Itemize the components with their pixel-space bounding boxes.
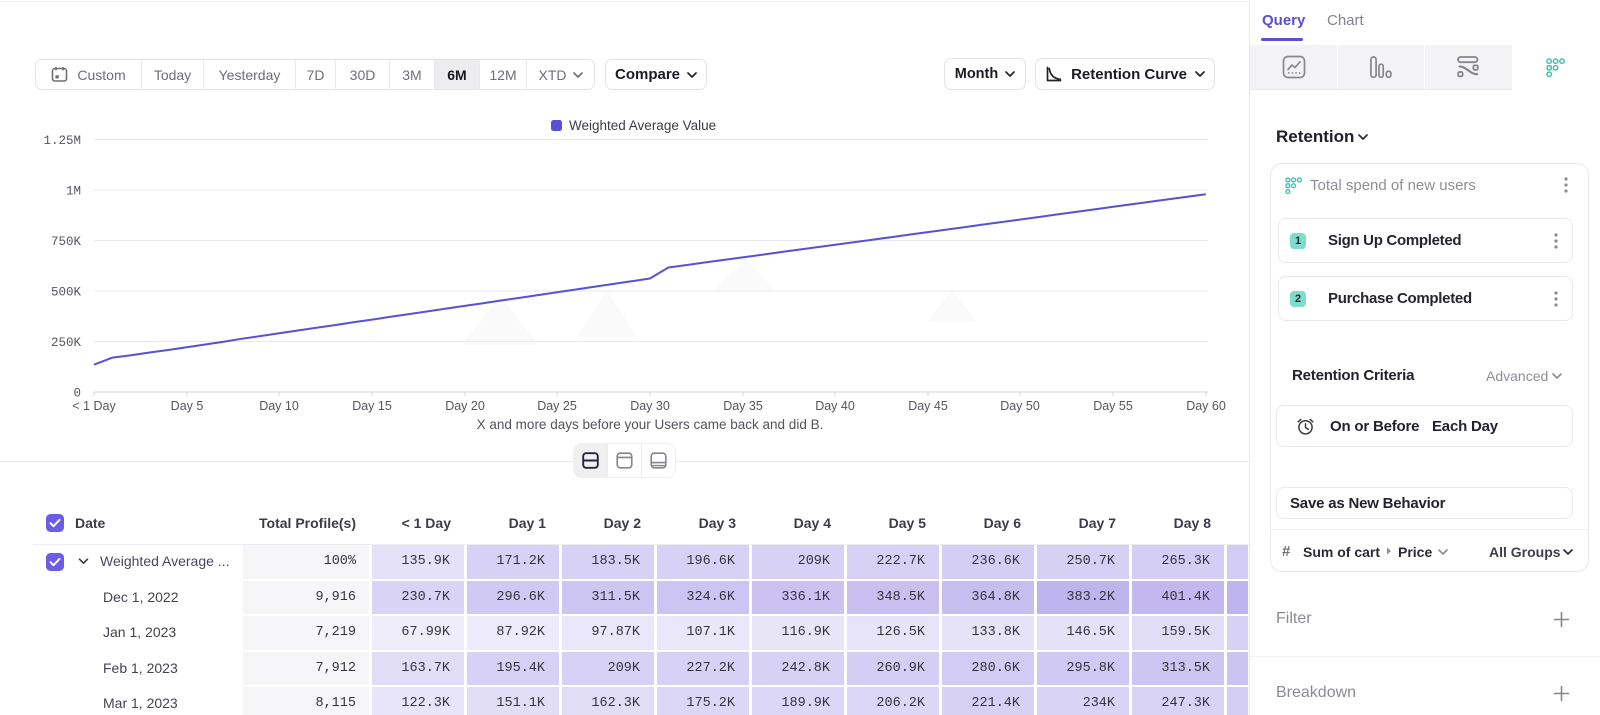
svg-text:Day 55: Day 55 [1093, 399, 1133, 413]
svg-text:Day 15: Day 15 [352, 399, 392, 413]
svg-text:X and more days before your Us: X and more days before your Users came b… [477, 417, 824, 432]
svg-text:Day 5: Day 5 [171, 399, 204, 413]
svg-text:1.25M: 1.25M [43, 134, 81, 148]
svg-text:250K: 250K [51, 336, 82, 350]
svg-text:Day 45: Day 45 [908, 399, 948, 413]
svg-text:Day 20: Day 20 [445, 399, 485, 413]
svg-text:Day 30: Day 30 [630, 399, 670, 413]
svg-text:Day 35: Day 35 [723, 399, 763, 413]
svg-text:500K: 500K [51, 286, 82, 300]
svg-text:Day 40: Day 40 [815, 399, 855, 413]
svg-text:Day 60: Day 60 [1186, 399, 1226, 413]
svg-text:750K: 750K [51, 235, 82, 249]
svg-text:1M: 1M [66, 185, 81, 199]
svg-text:Day 10: Day 10 [259, 399, 299, 413]
svg-text:Day 25: Day 25 [537, 399, 577, 413]
svg-text:Day 50: Day 50 [1000, 399, 1040, 413]
svg-text:< 1 Day: < 1 Day [72, 399, 116, 413]
